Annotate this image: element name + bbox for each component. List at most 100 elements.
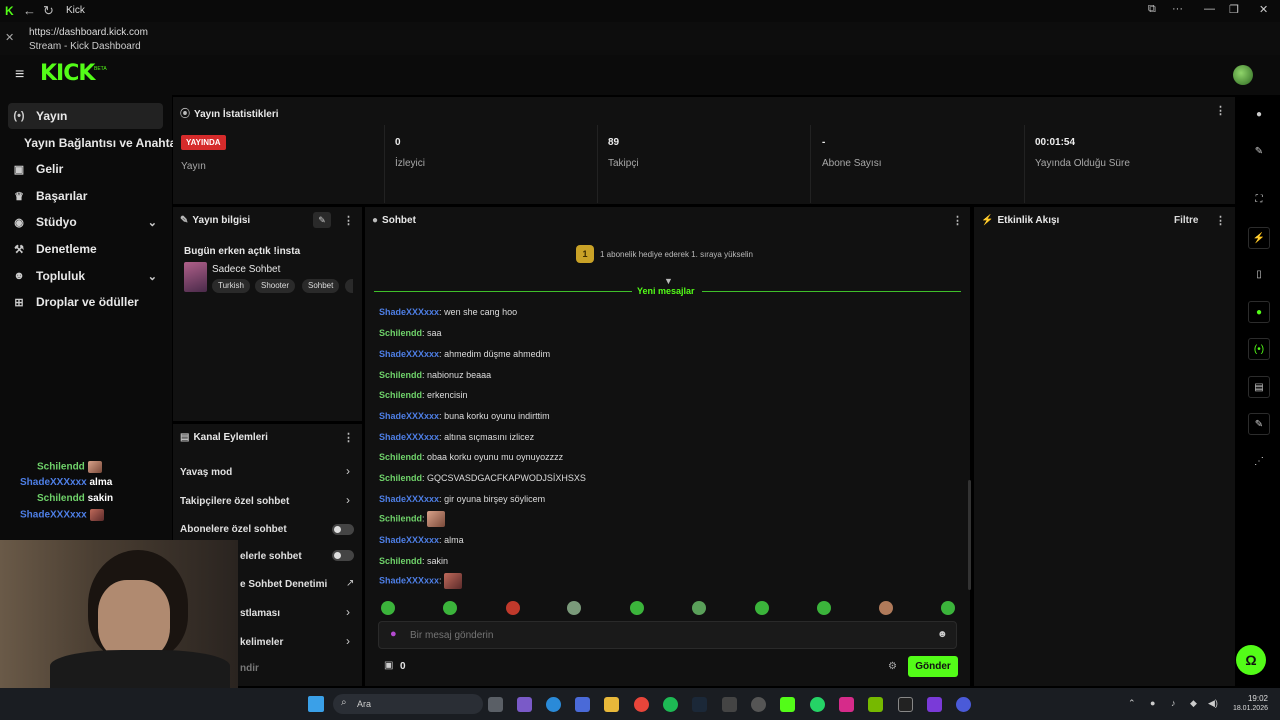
close-icon[interactable]: ✕ [5,31,14,44]
kick-logo[interactable]: KICK [40,61,95,86]
send-button[interactable]: Gönder [908,656,958,677]
action-slow-mode[interactable]: Yavaş mod [180,467,232,478]
microphone-tray-icon[interactable]: ♪ [1171,698,1176,708]
stats-menu-icon[interactable]: ⋮ [1215,104,1226,117]
help-headset-icon[interactable]: Ω [1236,645,1266,675]
tray-chevron-icon[interactable]: ⌃ [1128,698,1136,709]
avatar[interactable] [1233,65,1253,85]
filter-button[interactable]: Filtre [1174,215,1198,226]
emote-chat-toggle[interactable] [332,550,354,561]
back-icon[interactable]: ← [23,3,36,18]
minimize-icon[interactable]: — [1204,3,1215,15]
emote-quick-icon[interactable] [567,601,581,615]
app-icon[interactable] [956,697,971,712]
chat-username[interactable]: ShadeXXXxxx [379,349,439,359]
store-icon[interactable] [575,697,590,712]
sidebar-item-basarilar[interactable]: ♛ Başarılar [8,183,163,209]
emote-quick-icon[interactable] [692,601,706,615]
broadcast-rail-icon[interactable]: (•) [1248,338,1270,360]
more-icon[interactable]: ··· [1172,3,1183,15]
microphone-icon[interactable]: ● [390,628,397,640]
channel-actions-menu-icon[interactable]: ⋮ [343,431,354,444]
restore-icon[interactable]: ❐ [1229,3,1239,16]
emote-quick-icon[interactable] [879,601,893,615]
edge-icon[interactable] [546,697,561,712]
action-settings-a[interactable]: stlaması [240,608,280,619]
volume-icon[interactable]: ◀) [1208,698,1218,709]
external-link-icon[interactable]: ↗ [346,578,354,589]
tray-app-icon[interactable]: ◆ [1190,698,1197,709]
chat-username[interactable]: ShadeXXXxxx [379,575,439,585]
action-blocked-words[interactable]: kelimeler [240,637,283,648]
chat-username[interactable]: Schilendd [379,556,422,566]
share-icon[interactable]: ⋰ [1250,453,1268,471]
chat-username[interactable]: Schilendd [379,473,422,483]
start-icon[interactable] [308,696,324,712]
sidebar-item-yayin[interactable]: (•) Yayın [8,103,163,129]
reload-icon[interactable]: ↻ [43,3,54,19]
info-icon[interactable]: ● [1250,106,1268,124]
pinned-icon[interactable]: ▼ [664,276,673,286]
activity-menu-icon[interactable]: ⋮ [1215,214,1226,227]
clock-date[interactable]: 18.01.2026 [1220,705,1268,712]
pencil-icon[interactable]: ✎ [1250,143,1268,161]
widgets-icon[interactable] [517,697,532,712]
taskbar-search[interactable] [333,694,483,714]
emote-quick-icon[interactable] [381,601,395,615]
chevron-right-icon[interactable]: › [346,605,350,619]
steam-icon[interactable] [692,697,707,712]
activity-rail-icon[interactable]: ⚡ [1248,227,1270,249]
chat-scrollbar[interactable] [968,480,971,590]
chevron-right-icon[interactable]: › [346,634,350,648]
taskview-icon[interactable] [488,697,503,712]
menu-icon[interactable]: ≡ [15,66,24,84]
chevron-right-icon[interactable]: › [346,464,350,478]
gift-promo-text[interactable]: 1 abonelik hediye ederek 1. sıraya yükse… [600,250,753,259]
chat-username[interactable]: ShadeXXXxxx [379,411,439,421]
obs-icon[interactable] [751,697,766,712]
app-icon[interactable]: ⧉ [1148,3,1156,16]
crop-icon[interactable]: ⛶ [1250,191,1268,209]
emoji-icon[interactable]: ☻ [937,629,948,640]
spotify-icon[interactable] [663,697,678,712]
chat-username[interactable]: Schilendd [379,328,422,338]
kick-taskbar-icon[interactable] [780,697,795,712]
chevron-right-icon[interactable]: › [346,493,350,507]
clock-time[interactable]: 19:02 [1230,694,1268,703]
emote-quick-icon[interactable] [817,601,831,615]
emote-quick-icon[interactable] [755,601,769,615]
whatsapp-icon[interactable] [810,697,825,712]
chat-username[interactable]: Schilendd [379,390,422,400]
chat-username[interactable]: ShadeXXXxxx [379,494,439,504]
chat-username[interactable]: ShadeXXXxxx [379,307,439,317]
sidebar-item-topluluk[interactable]: ☻ Topluluk ⌄ [8,263,163,289]
list-rail-icon[interactable]: ▤ [1248,376,1270,398]
url-text[interactable]: https://dashboard.kick.com [29,27,148,38]
chat-username[interactable]: Schilendd [379,513,422,523]
chat-username[interactable]: ShadeXXXxxx [379,432,439,442]
points-icon[interactable]: ▣ [384,660,393,671]
sidebar-item-stream-key[interactable]: Yayın Bağlantısı ve Anahtarı [8,130,173,156]
gear-icon[interactable]: ⚙ [888,661,897,672]
instagram-icon[interactable] [839,697,854,712]
sidebar-item-gelir[interactable]: ▣ Gelir [8,156,163,182]
chrome-icon[interactable] [634,697,649,712]
sidebar-item-denetleme[interactable]: ⚒ Denetleme [8,236,163,262]
sidebar-item-studyo[interactable]: ◉ Stüdyo ⌄ [8,209,163,235]
n-app-icon[interactable] [927,697,942,712]
chat-username[interactable]: Schilendd [379,452,422,462]
chat-username[interactable]: ShadeXXXxxx [379,535,439,545]
g-app-icon[interactable] [898,697,913,712]
close-window-icon[interactable]: ✕ [1259,3,1268,16]
document-icon[interactable]: ▯ [1250,266,1268,284]
action-chat-moderation[interactable]: e Sohbet Denetimi [240,579,327,590]
chat-menu-icon[interactable]: ⋮ [952,214,963,227]
chat-message-input[interactable] [410,626,910,644]
tray-app-icon[interactable]: ● [1150,698,1155,708]
explorer-icon[interactable] [604,697,619,712]
stream-info-menu-icon[interactable]: ⋮ [343,214,354,227]
emote-quick-icon[interactable] [630,601,644,615]
wrench-rail-icon[interactable]: ✎ [1248,413,1270,435]
action-more[interactable]: ndir [240,663,259,674]
emote-quick-icon[interactable] [941,601,955,615]
